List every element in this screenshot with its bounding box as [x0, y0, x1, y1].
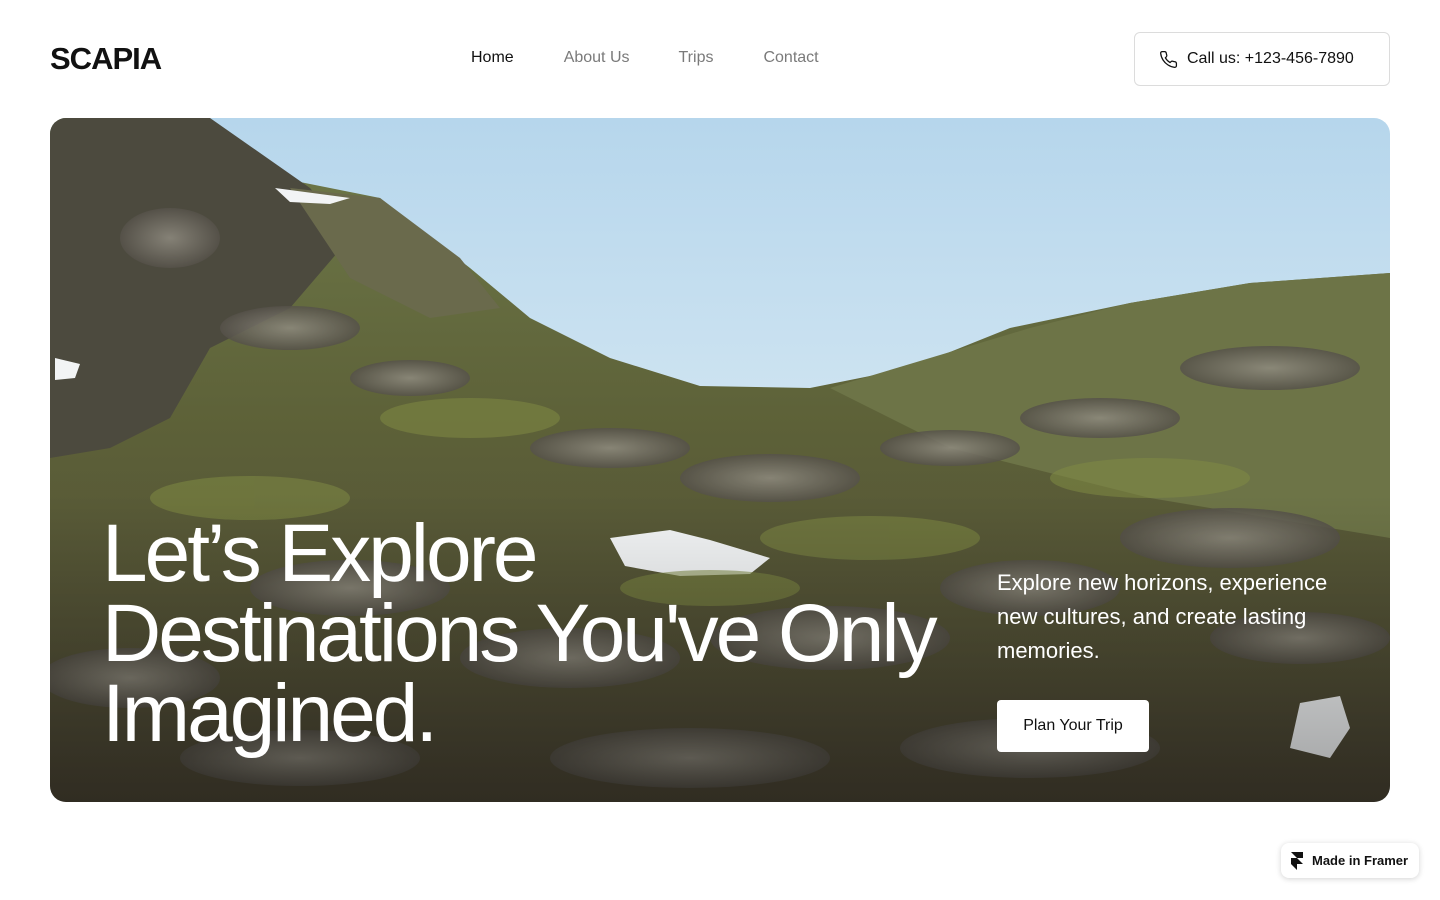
hero-title-line: Imagined.: [102, 668, 438, 759]
phone-icon: [1160, 50, 1178, 68]
hero-subtitle: Explore new horizons, experience new cul…: [997, 570, 1328, 663]
plan-your-trip-button[interactable]: Plan Your Trip: [997, 700, 1149, 752]
nav-item-trips[interactable]: Trips: [679, 48, 714, 68]
call-us-label: Call us: +123-456-7890: [1187, 50, 1354, 67]
main-nav: Home About Us Trips Contact: [471, 48, 819, 68]
call-us-button[interactable]: Call us: +123-456-7890: [1134, 32, 1390, 86]
hero-title-line: Destinations You've Only: [102, 588, 938, 679]
framer-icon: [1291, 851, 1303, 870]
nav-item-contact[interactable]: Contact: [763, 48, 818, 68]
hero-title-line: Let’s Explore: [102, 508, 539, 599]
logo[interactable]: SCAPIA: [50, 40, 162, 78]
made-in-framer-label: Made in Framer: [1312, 853, 1409, 868]
hero-section: Let’s Explore Destinations You've Only I…: [50, 118, 1390, 802]
site-header: SCAPIA Home About Us Trips Contact Call …: [0, 0, 1440, 118]
hero-title: Let’s Explore Destinations You've Only I…: [102, 508, 982, 759]
nav-item-about-us[interactable]: About Us: [564, 48, 630, 68]
made-in-framer-badge[interactable]: Made in Framer: [1281, 843, 1419, 878]
nav-item-home[interactable]: Home: [471, 48, 514, 68]
